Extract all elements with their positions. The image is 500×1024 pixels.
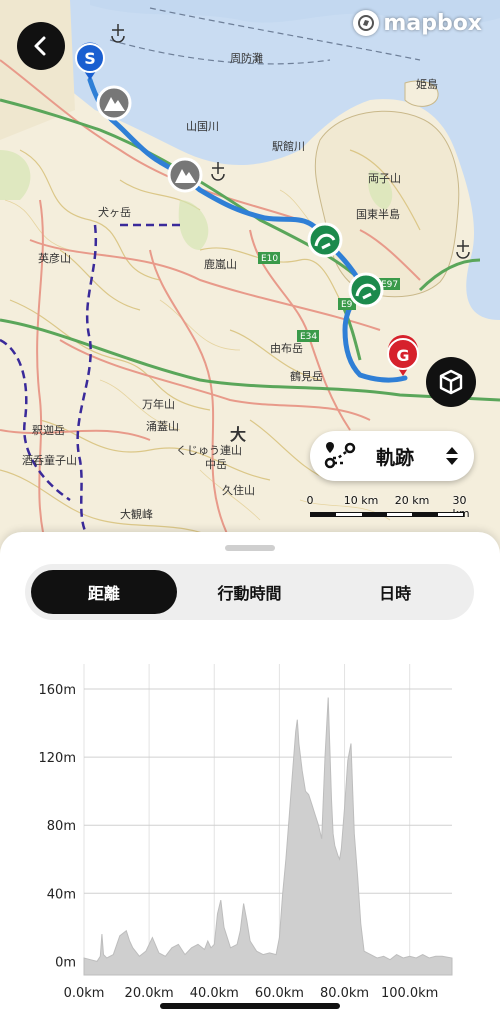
svg-text:山国川: 山国川	[186, 120, 219, 133]
mapbox-attribution[interactable]: mapbox	[353, 10, 482, 36]
chevron-left-icon	[34, 36, 46, 56]
rest-waypoint-1	[307, 222, 343, 258]
elevation-chart[interactable]: 0m 40m 80m 120m 160m 0.0km 20.0km 40.0km 60.0km 8…	[0, 652, 500, 1012]
svg-text:G: G	[396, 346, 409, 365]
scale-label-20km: 20 km	[394, 494, 430, 507]
elevation-area	[83, 697, 453, 976]
svg-text:E34: E34	[300, 332, 317, 342]
y-tick-label: 120m	[39, 751, 76, 766]
back-button[interactable]	[17, 22, 65, 70]
svg-text:英彦山: 英彦山	[38, 251, 71, 265]
y-tick-label: 40m	[47, 887, 76, 902]
summit-waypoint-1	[96, 85, 132, 121]
up-down-chevron-icon	[446, 447, 458, 465]
3d-view-button[interactable]	[426, 357, 476, 407]
svg-text:由布岳: 由布岳	[270, 341, 303, 355]
x-tick-label: 80.0km	[320, 986, 369, 1001]
y-tick-label: 80m	[47, 819, 76, 834]
sheet-grabber[interactable]	[225, 545, 275, 551]
tab-distance[interactable]: 距離	[31, 570, 177, 614]
route-icon	[324, 442, 356, 469]
track-layer-selector[interactable]: 軌跡	[310, 431, 474, 481]
svg-text:くじゅう連山: くじゅう連山	[176, 443, 242, 457]
x-tick-label: 40.0km	[190, 986, 239, 1001]
y-tick-label: 0m	[55, 955, 76, 970]
tab-datetime[interactable]: 日時	[322, 570, 468, 614]
svg-text:鹿嵐山: 鹿嵐山	[204, 257, 237, 271]
elevation-bottom-sheet[interactable]: 距離 行動時間 日時 0m 40m 80m 120m 160m 0.0km 20.0km 40…	[0, 532, 500, 1024]
mapbox-wordmark: mapbox	[383, 10, 482, 36]
scale-label-10km: 10 km	[343, 494, 379, 507]
svg-text:大: 大	[230, 425, 246, 444]
svg-text:万年山: 万年山	[142, 397, 175, 411]
svg-text:酒呑童子山: 酒呑童子山	[22, 453, 77, 467]
goal-marker: G	[387, 335, 419, 376]
svg-text:大観峰: 大観峰	[120, 507, 153, 521]
svg-text:久住山: 久住山	[222, 483, 255, 497]
svg-text:E9: E9	[341, 300, 353, 310]
summit-waypoint-2	[167, 157, 203, 193]
mapbox-logo-icon	[353, 10, 380, 36]
home-indicator[interactable]	[160, 1003, 340, 1009]
svg-text:涌蓋山: 涌蓋山	[146, 420, 179, 433]
svg-text:周防灘: 周防灘	[230, 51, 263, 65]
x-tick-label: 0.0km	[64, 986, 105, 1001]
x-tick-label: 20.0km	[125, 986, 174, 1001]
svg-text:E10: E10	[261, 254, 278, 264]
x-tick-label: 100.0km	[381, 986, 438, 1001]
svg-text:犬ヶ岳: 犬ヶ岳	[98, 205, 131, 219]
svg-text:国東半島: 国東半島	[356, 207, 400, 221]
layer-selector-label: 軌跡	[376, 446, 415, 469]
scale-label-0: 0	[306, 494, 314, 507]
rest-waypoint-2	[348, 272, 384, 308]
svg-text:S: S	[84, 49, 96, 68]
tab-activity-time[interactable]: 行動時間	[177, 570, 323, 614]
svg-text:駅館川: 駅館川	[272, 139, 305, 153]
svg-text:鶴見岳: 鶴見岳	[290, 369, 323, 383]
svg-text:両子山: 両子山	[368, 172, 401, 185]
cube-icon	[439, 369, 463, 395]
svg-text:姫島: 姫島	[416, 77, 438, 91]
map-view[interactable]: 姫島 両子山 国東半島 周防灘 駅館川 山国川 鹿嵐山 由布岳 鶴見岳 万年山 …	[0, 0, 500, 560]
x-tick-label: 60.0km	[255, 986, 304, 1001]
y-tick-label: 160m	[39, 683, 76, 698]
svg-text:E97: E97	[381, 280, 398, 290]
svg-text:釈迦岳: 釈迦岳	[32, 424, 65, 437]
svg-text:中岳: 中岳	[205, 458, 227, 471]
x-axis-mode-segmented-control[interactable]: 距離 行動時間 日時	[25, 564, 474, 620]
map-scale-bar: 0 10 km 20 km 30 km	[300, 494, 470, 524]
